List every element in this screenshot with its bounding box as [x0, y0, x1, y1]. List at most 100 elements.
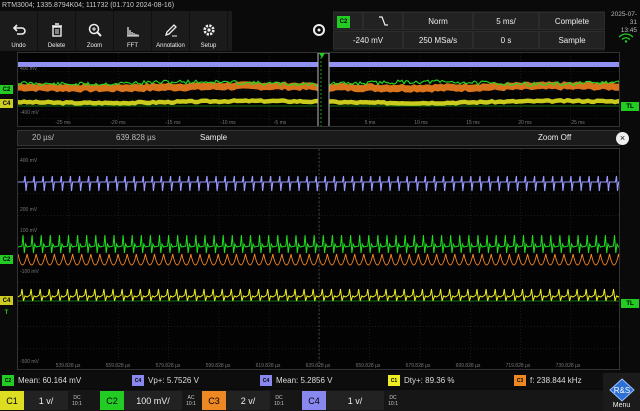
main-x-label: 579.828 µs: [156, 363, 181, 369]
overview-x-label: -15 ms: [165, 120, 181, 126]
main-x-label: 679.828 µs: [406, 363, 431, 369]
overview-x-label: 5 ms: [365, 120, 376, 126]
channel-4-coupling: DC 10:1: [388, 394, 398, 407]
overview-x-label: -25 ms: [55, 120, 71, 126]
zoom-off-button[interactable]: Zoom Off: [538, 133, 571, 142]
main-c4-marker[interactable]: C4: [0, 296, 13, 305]
annotation-icon: [162, 21, 180, 39]
zoom-waveform-panel[interactable]: 400 mV 200 mV 100 mV -100 mV -500 mV 539.828 …: [17, 148, 620, 370]
run-indicator-icon[interactable]: [312, 23, 326, 37]
channel-1-control[interactable]: C1 1 v/ DC 10:1: [0, 391, 86, 410]
channel-2-control[interactable]: C2 100 mV/ AC 10:1: [100, 391, 200, 410]
overview-x-label: -20 ms: [110, 120, 126, 126]
zoom-bar: 20 µs/ 639.828 µs Sample Zoom Off ×: [17, 130, 629, 146]
fft-button[interactable]: FFT: [114, 11, 152, 51]
run-state-button[interactable]: Complete: [539, 12, 605, 30]
channel-4-tag: C4: [302, 391, 326, 410]
svg-text:R&S: R&S: [613, 386, 629, 395]
measurement-5-badge: C3: [514, 375, 526, 386]
delete-button[interactable]: Delete: [38, 11, 76, 51]
trigger-level-button[interactable]: -240 mV: [333, 31, 403, 49]
acquisition-mode-button[interactable]: Sample: [539, 31, 605, 49]
sample-rate-button[interactable]: 250 MSa/s: [403, 31, 473, 49]
annotation-button[interactable]: Annotation: [152, 11, 190, 51]
main-x-label: 539.828 µs: [56, 363, 81, 369]
channel-3-scale: 2 v/: [226, 391, 270, 410]
measurement-4[interactable]: C1 Dty+: 89.36 %: [388, 375, 454, 386]
measurement-5[interactable]: C3 f: 238.844 kHz: [514, 375, 582, 386]
zoom-button[interactable]: Zoom: [76, 11, 114, 51]
zoom-scale[interactable]: 20 µs/: [32, 133, 54, 142]
main-x-label: 639.828 µs: [306, 363, 331, 369]
gear-icon: [200, 21, 218, 39]
channel-1-scale: 1 v/: [24, 391, 68, 410]
zoom-window-indicator: [317, 53, 330, 126]
channel-3-control[interactable]: C3 2 v/ DC 10:1: [202, 391, 288, 410]
trigger-source-badge: C2: [337, 16, 350, 28]
toolbar: Undo Delete Zoom FFT Annotation Setup: [0, 11, 232, 51]
undo-button[interactable]: Undo: [0, 11, 38, 51]
trigger-source-cell[interactable]: C2: [333, 12, 363, 30]
channel-2-coupling: AC 10:1: [186, 394, 196, 407]
measurement-5-text: f: 238.844 kHz: [530, 376, 582, 385]
main-x-label: 599.828 µs: [206, 363, 231, 369]
menu-button[interactable]: R&S Menu: [603, 373, 640, 411]
channel-bar: C1 1 v/ DC 10:1 C2 100 mV/ AC 10:1 C3 2 v/…: [0, 390, 640, 411]
trash-icon: [48, 21, 66, 39]
undo-label: Undo: [11, 43, 26, 49]
main-x-label: 739.828 µs: [556, 363, 581, 369]
channel-3-coupling: DC 10:1: [274, 394, 284, 407]
menu-label: Menu: [612, 402, 631, 409]
setup-button[interactable]: Setup: [190, 11, 228, 51]
fft-icon: [124, 21, 142, 39]
channel-4-control[interactable]: C4 1 v/ DC 10:1: [302, 391, 402, 410]
timebase-button[interactable]: 5 ms/: [473, 12, 539, 30]
main-x-label: 619.828 µs: [256, 363, 281, 369]
overview-x-label: 15 ms: [466, 120, 480, 126]
overview-c4-marker[interactable]: C4: [0, 99, 13, 108]
overview-c2-marker[interactable]: C2: [0, 85, 13, 94]
overview-trigger-level-marker[interactable]: TL: [621, 102, 639, 111]
network-icon: [618, 33, 634, 43]
undo-icon: [10, 21, 28, 39]
main-trigger-level-marker[interactable]: TL: [621, 299, 639, 308]
overview-x-label: -10 ms: [220, 120, 236, 126]
main-x-label: 699.828 µs: [456, 363, 481, 369]
horizontal-position-button[interactable]: 0 s: [473, 31, 539, 49]
main-c2-marker[interactable]: C2: [0, 255, 13, 264]
overview-waveform-panel[interactable]: 400 mV -400 mV -25 ms -20 ms -15 ms -10 ms -5 …: [17, 52, 620, 127]
channel-2-tag: C2: [100, 391, 124, 410]
measurement-1-text: Mean: 60.164 mV: [18, 376, 82, 385]
overview-y-label: 400 mV: [20, 66, 38, 72]
main-trigger-marker[interactable]: T: [0, 308, 13, 317]
measurement-2[interactable]: C4 Vp+: 5.7526 V: [132, 375, 199, 386]
channel-2-scale: 100 mV/: [124, 391, 182, 410]
delete-label: Delete: [47, 43, 66, 49]
channel-1-coupling: DC 10:1: [72, 394, 82, 407]
main-y-label: -500 mV: [20, 359, 40, 365]
measurement-2-text: Vp+: 5.7526 V: [148, 376, 199, 385]
overview-plot: 400 mV -400 mV -25 ms -20 ms -15 ms -10 ms -5 …: [18, 53, 619, 126]
measurement-2-badge: C4: [132, 375, 144, 386]
measurement-strip: C2 Mean: 60.164 mV C4 Vp+: 5.7526 V C4 M…: [0, 372, 640, 389]
zoom-position[interactable]: 639.828 µs: [116, 133, 156, 142]
main-x-label: 659.828 µs: [356, 363, 381, 369]
overview-x-label: 10 ms: [414, 120, 428, 126]
channel-3-tag: C3: [202, 391, 226, 410]
main-y-label: 100 mV: [20, 228, 38, 234]
measurement-3[interactable]: C4 Mean: 5.2856 V: [260, 375, 332, 386]
measurement-1[interactable]: C2 Mean: 60.164 mV: [2, 375, 81, 386]
channel-1-tag: C1: [0, 391, 24, 410]
zoom-label: Zoom: [86, 43, 103, 49]
trigger-slope-button[interactable]: [363, 12, 403, 30]
overview-y-label: -400 mV: [20, 110, 40, 116]
setup-label: Setup: [200, 43, 217, 49]
main-y-label: 400 mV: [20, 158, 38, 164]
date: 2025-07-31: [610, 11, 637, 26]
main-y-label: -100 mV: [20, 269, 40, 275]
close-icon[interactable]: ×: [616, 132, 629, 145]
trigger-mode-button[interactable]: Norm: [403, 12, 473, 30]
overview-x-label: -5 ms: [274, 120, 287, 126]
zoom-mode[interactable]: Sample: [200, 133, 227, 142]
measurement-3-badge: C4: [260, 375, 272, 386]
